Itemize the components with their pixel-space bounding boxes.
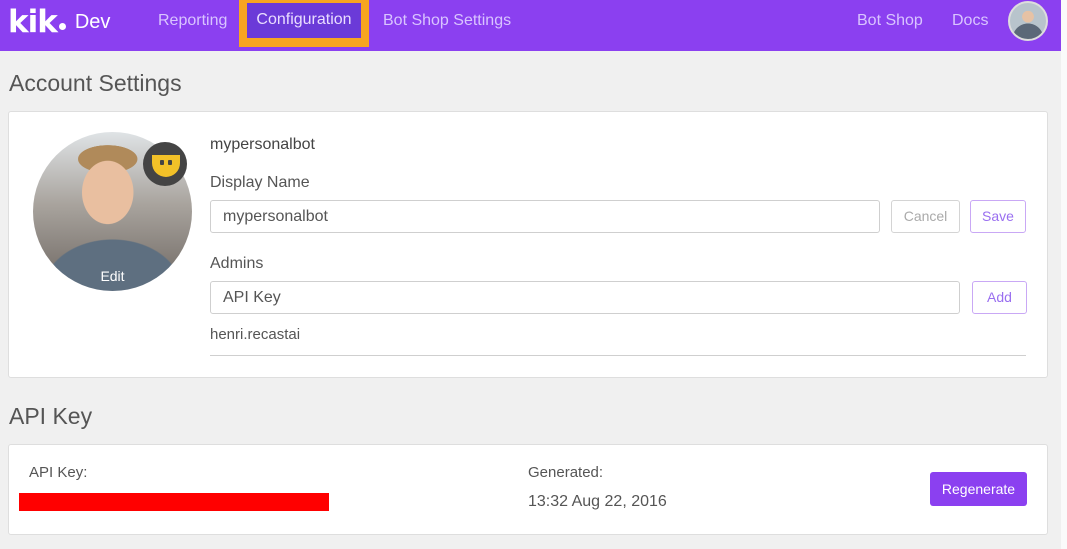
scrollbar[interactable] (1061, 0, 1067, 549)
nav-bot-shop-settings[interactable]: Bot Shop Settings (383, 0, 511, 45)
nav-configuration[interactable]: Configuration (247, 3, 361, 38)
bot-username: mypersonalbot (210, 136, 315, 153)
divider (210, 355, 1026, 356)
top-nav-bar: kik Dev Reporting Configuration Bot Shop… (0, 0, 1061, 51)
logo-dot-icon (58, 22, 66, 30)
api-key-label: API Key: (29, 464, 88, 481)
nav-reporting[interactable]: Reporting (158, 0, 227, 45)
account-settings-title: Account Settings (9, 70, 182, 96)
admin-list-item: henri.recastai (210, 326, 301, 343)
admins-input[interactable]: API Key (210, 281, 960, 314)
display-name-input[interactable]: mypersonalbot (210, 200, 880, 233)
logo-suffix: Dev (74, 11, 111, 33)
regenerate-button[interactable]: Regenerate (930, 472, 1027, 506)
add-admin-button[interactable]: Add (972, 281, 1027, 314)
bot-face-icon (143, 142, 187, 186)
nav-configuration-highlight: Configuration (239, 0, 369, 47)
display-name-label: Display Name (210, 174, 310, 191)
generated-date: 13:32 Aug 22, 2016 (528, 493, 667, 510)
cancel-button[interactable]: Cancel (891, 200, 960, 233)
api-key-card (8, 444, 1048, 535)
kik-logo[interactable]: kik Dev (8, 4, 111, 40)
edit-picture-link[interactable]: Edit (33, 268, 192, 284)
save-button[interactable]: Save (970, 200, 1026, 233)
user-avatar[interactable] (1008, 1, 1048, 41)
nav-bot-shop[interactable]: Bot Shop (857, 0, 923, 45)
api-key-title: API Key (9, 403, 93, 429)
nav-docs[interactable]: Docs (952, 0, 988, 45)
api-key-redacted-value (19, 493, 329, 511)
admins-label: Admins (210, 255, 264, 272)
logo-text: kik (8, 4, 58, 40)
generated-label: Generated: (528, 464, 604, 481)
